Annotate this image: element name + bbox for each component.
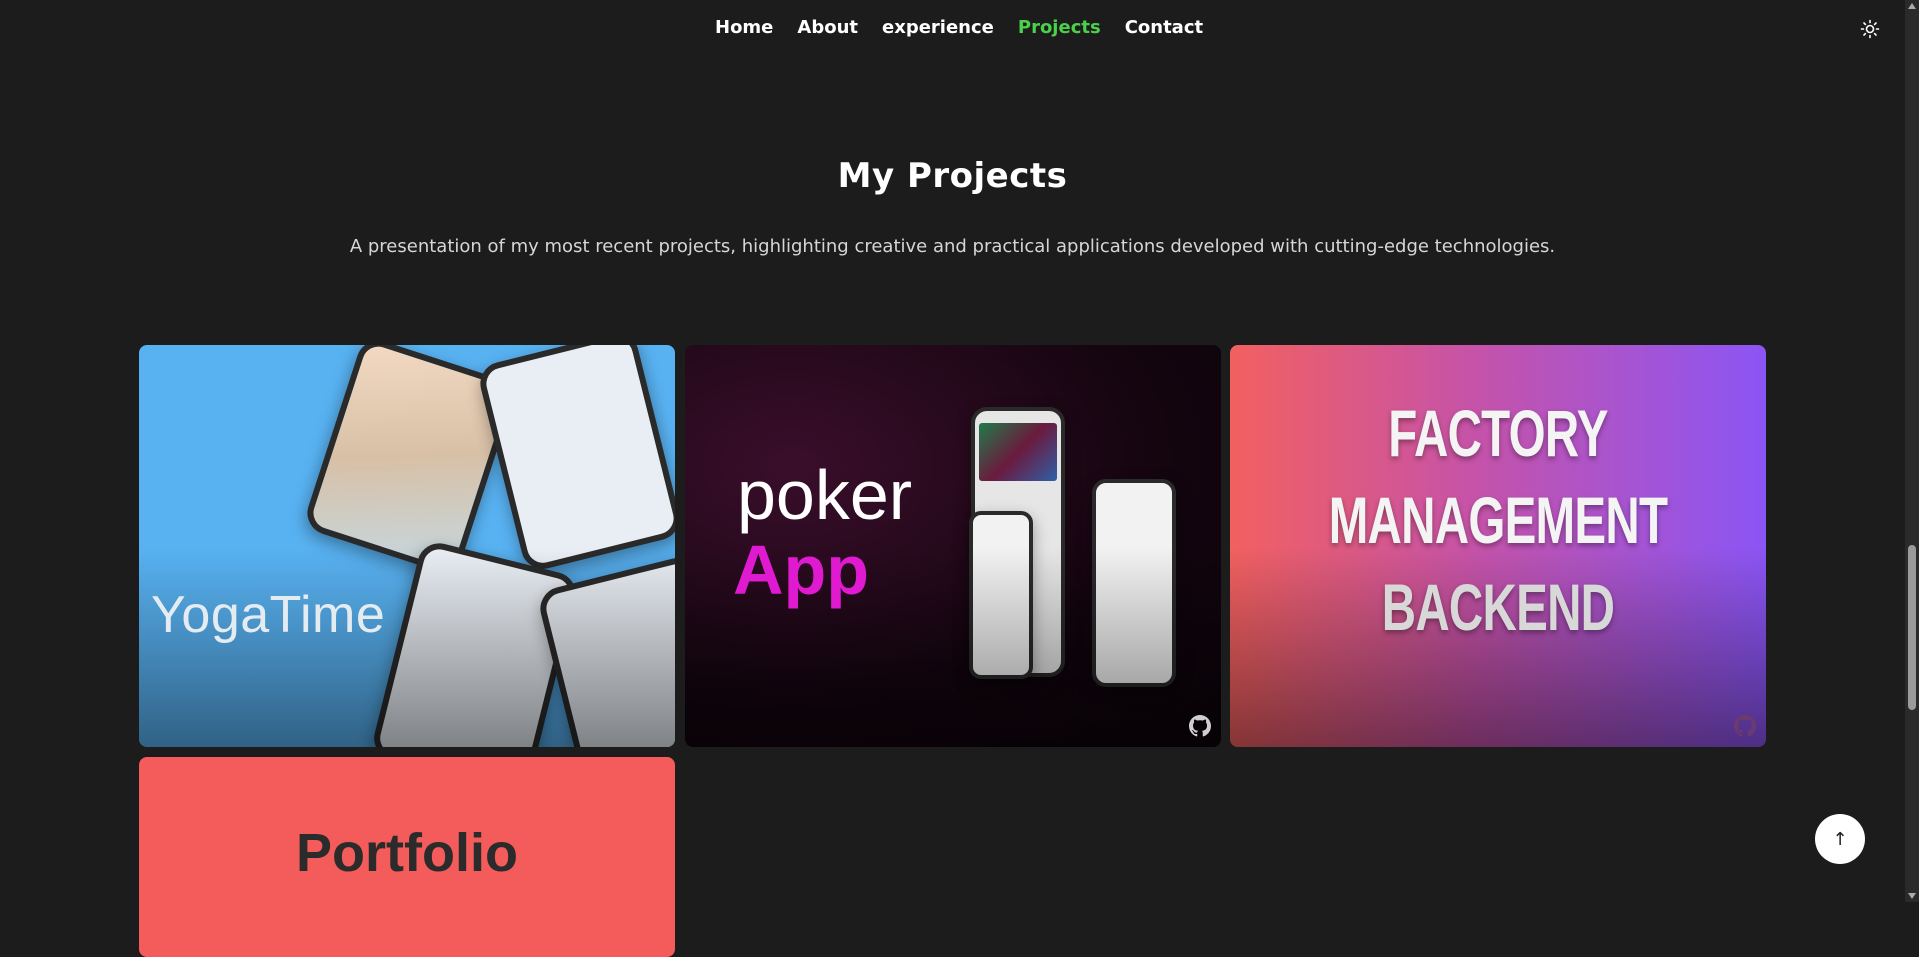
section-subtitle: A presentation of my most recent project… — [349, 236, 1556, 257]
project-card-portfolio[interactable]: Portfolio — [139, 757, 675, 957]
theme-toggle-button[interactable] — [1860, 19, 1880, 39]
project-card-poker-app[interactable]: poker App — [685, 345, 1221, 747]
project-title-poker: poker — [737, 456, 913, 534]
sun-icon — [1860, 19, 1880, 39]
scroll-up-arrow-icon[interactable] — [1908, 3, 1916, 9]
poker-chips-image — [979, 423, 1057, 481]
project-title-yogatime: YogaTime — [151, 586, 386, 644]
project-title-line-3: BACKEND — [1381, 570, 1615, 644]
nav-links: Home About experience Projects Contact — [715, 17, 1203, 38]
scrollbar-thumb[interactable] — [1908, 545, 1916, 710]
project-title-app: App — [733, 531, 870, 609]
nav-item-projects[interactable]: Projects — [1018, 17, 1101, 38]
github-icon[interactable] — [1734, 715, 1756, 737]
github-icon[interactable] — [1189, 715, 1211, 737]
nav-item-home[interactable]: Home — [715, 17, 773, 38]
scroll-to-top-button[interactable]: ↑ — [1815, 814, 1865, 864]
page-scrollbar[interactable] — [1905, 0, 1919, 902]
project-card-yogatime[interactable]: YogaTime — [139, 345, 675, 747]
section-title: My Projects — [837, 156, 1068, 196]
project-card-factory-management[interactable]: FACTORY MANAGEMENT BACKEND — [1230, 345, 1766, 747]
nav-item-about[interactable]: About — [797, 17, 858, 38]
nav-item-experience[interactable]: experience — [882, 17, 994, 38]
top-nav: Home About experience Projects Contact — [0, 0, 1905, 60]
phone-mockup — [475, 345, 675, 574]
project-title-line-2: MANAGEMENT — [1328, 483, 1668, 557]
card-overlay — [139, 547, 675, 747]
project-title-portfolio: Portfolio — [296, 823, 518, 883]
project-title-line-1: FACTORY — [1388, 396, 1608, 470]
nav-item-contact[interactable]: Contact — [1125, 17, 1203, 38]
scroll-down-arrow-icon[interactable] — [1908, 893, 1916, 899]
